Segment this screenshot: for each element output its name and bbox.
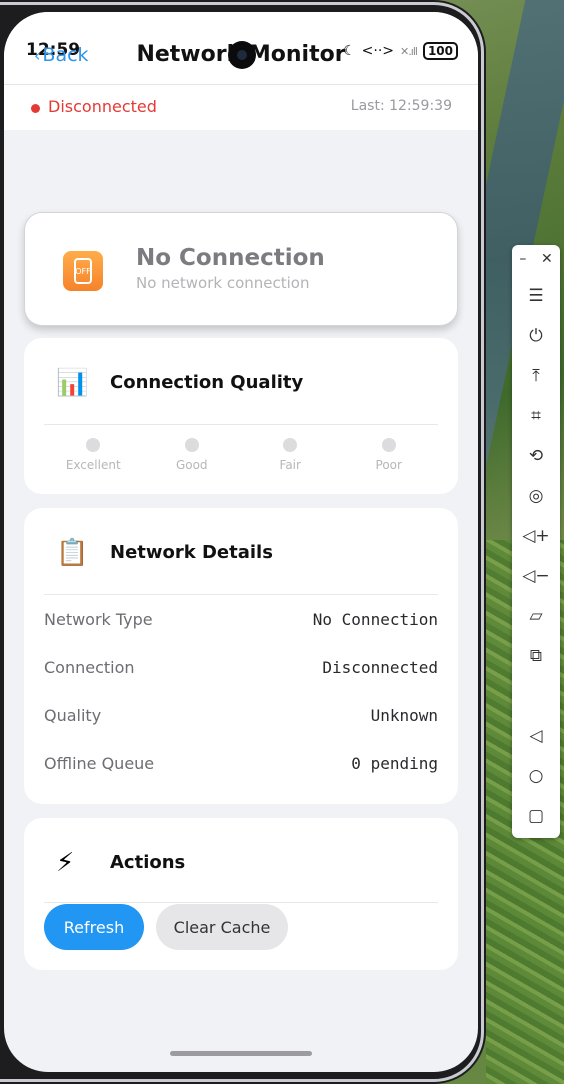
shake-icon[interactable]: ▱ xyxy=(512,605,560,627)
detail-value: No Connection xyxy=(312,610,438,629)
quality-label: Good xyxy=(175,458,208,472)
quality-level-fair: Fair xyxy=(241,438,340,472)
emulator-toolbar: – ✕ ☰ ⏻ ⤒ ⌗ ⟲ ◎ ◁+ ◁− ▱ ⧉ ◁ ○ ▢ xyxy=(512,245,560,838)
signal-icon: ✕.ıll xyxy=(400,44,418,58)
detail-row-quality: Quality Unknown xyxy=(44,706,438,725)
connection-status: Disconnected xyxy=(48,97,157,116)
recents-icon[interactable]: ▢ xyxy=(512,805,560,827)
volume-down-icon[interactable]: ◁− xyxy=(512,565,560,587)
detail-label: Offline Queue xyxy=(44,754,155,773)
close-icon[interactable]: ✕ xyxy=(541,251,553,267)
app-header: 12:59 ‹ Back Network Monitor ☾ <··> ✕.ıl… xyxy=(4,12,478,84)
divider xyxy=(44,902,438,903)
connection-title: No Connection xyxy=(136,245,325,271)
quality-dot-icon xyxy=(283,438,298,452)
clear-cache-button[interactable]: Clear Cache xyxy=(156,904,288,950)
connection-subtitle: No network connection xyxy=(136,274,310,292)
crop-icon[interactable]: ⌗ xyxy=(512,405,560,427)
battery-icon: 100 xyxy=(422,42,458,60)
camera-cutout xyxy=(228,41,256,69)
upload-icon[interactable]: ⤒ xyxy=(512,365,560,387)
connection-status-bar: Disconnected Last: 12:59:39 xyxy=(4,84,478,130)
off-label: OFF xyxy=(74,258,92,284)
app-screen: 12:59 ‹ Back Network Monitor ☾ <··> ✕.ıl… xyxy=(4,12,478,1072)
connection-quality-card: 📊 Connection Quality Excellent Good Fair xyxy=(24,338,458,494)
detail-value: Unknown xyxy=(370,706,438,725)
quality-dot-icon xyxy=(381,438,396,452)
actions-card: ⚡ Actions Refresh Clear Cache xyxy=(24,818,458,970)
devices-icon[interactable]: ⧉ xyxy=(512,645,560,667)
data-transfer-icon: <··> xyxy=(361,43,395,59)
lightning-icon: ⚡ xyxy=(56,848,75,878)
detail-value: Disconnected xyxy=(322,658,438,677)
status-icons: ☾ <··> ✕.ıll 100 xyxy=(343,42,458,60)
detail-value: 0 pending xyxy=(351,754,438,773)
detail-label: Network Type xyxy=(44,610,153,629)
bar-chart-icon: 📊 xyxy=(56,368,89,398)
quality-label: Poor xyxy=(375,458,402,472)
location-icon[interactable]: ◎ xyxy=(512,485,560,507)
quality-dot-icon xyxy=(184,438,199,452)
menu-icon[interactable]: ☰ xyxy=(512,285,560,307)
network-details-card: 📋 Network Details Network Type No Connec… xyxy=(24,508,458,804)
quality-level-excellent: Excellent xyxy=(44,438,143,472)
quality-label: Excellent xyxy=(65,458,121,472)
phone-device: 12:59 ‹ Back Network Monitor ☾ <··> ✕.ıl… xyxy=(0,0,486,1084)
detail-label: Quality xyxy=(44,706,102,725)
detail-row-offline-queue: Offline Queue 0 pending xyxy=(44,754,438,773)
connection-summary-card: OFF No Connection No network connection xyxy=(24,212,458,326)
moon-icon: ☾ xyxy=(343,43,356,59)
card-title: Network Details xyxy=(110,542,273,563)
rotate-icon[interactable]: ⟲ xyxy=(512,445,560,467)
clipboard-icon: 📋 xyxy=(56,538,89,568)
toolbar-window-controls: – ✕ xyxy=(512,251,560,267)
power-icon[interactable]: ⏻ xyxy=(512,325,560,347)
card-title: Actions xyxy=(110,852,186,873)
detail-row-connection: Connection Disconnected xyxy=(44,658,438,677)
minimize-icon[interactable]: – xyxy=(519,251,526,267)
quality-label: Fair xyxy=(279,458,301,472)
home-indicator[interactable] xyxy=(170,1051,312,1056)
back-icon[interactable]: ◁ xyxy=(512,725,560,747)
quality-dot-icon xyxy=(86,438,101,452)
volume-up-icon[interactable]: ◁+ xyxy=(512,525,560,547)
status-dot-icon xyxy=(31,104,40,113)
card-title: Connection Quality xyxy=(110,372,304,393)
detail-label: Connection xyxy=(44,658,135,677)
quality-levels: Excellent Good Fair Poor xyxy=(44,438,438,472)
last-updated: Last: 12:59:39 xyxy=(350,98,452,114)
quality-level-poor: Poor xyxy=(340,438,439,472)
phone-off-icon: OFF xyxy=(63,251,103,291)
divider xyxy=(44,424,438,425)
divider xyxy=(44,594,438,595)
quality-level-good: Good xyxy=(143,438,242,472)
home-icon[interactable]: ○ xyxy=(512,765,560,787)
detail-row-network-type: Network Type No Connection xyxy=(44,610,438,629)
refresh-button[interactable]: Refresh xyxy=(44,904,144,950)
